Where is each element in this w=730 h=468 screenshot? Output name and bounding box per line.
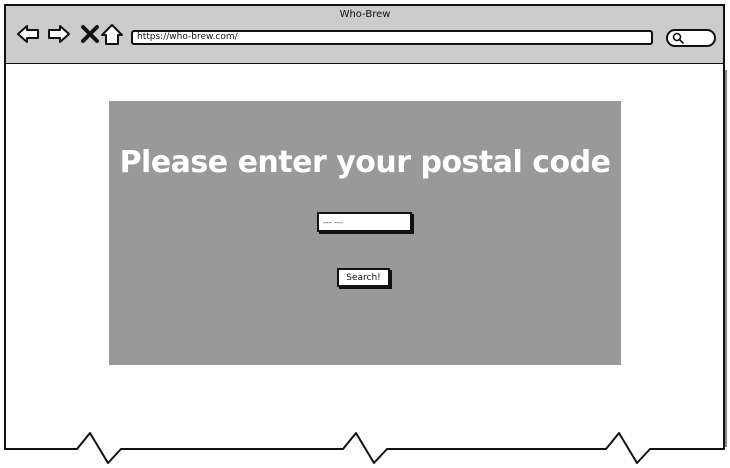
address-bar[interactable]: https://who-brew.com/ xyxy=(131,30,653,45)
x-icon xyxy=(81,25,99,43)
search-icon xyxy=(672,32,684,44)
home-icon xyxy=(101,24,123,45)
forward-button[interactable] xyxy=(47,22,71,46)
window-title: Who-Brew xyxy=(339,9,391,20)
arrow-right-icon xyxy=(48,25,70,43)
back-button[interactable] xyxy=(16,22,40,46)
search-button[interactable]: Search! xyxy=(337,268,390,287)
home-button[interactable] xyxy=(100,22,124,46)
page-heading: Please enter your postal code xyxy=(119,145,611,180)
postal-code-input[interactable] xyxy=(317,212,412,232)
stop-button[interactable] xyxy=(78,22,102,46)
browser-search-field[interactable] xyxy=(666,29,716,47)
arrow-left-icon xyxy=(17,25,39,43)
postal-code-panel: Please enter your postal code Search! xyxy=(109,101,621,365)
